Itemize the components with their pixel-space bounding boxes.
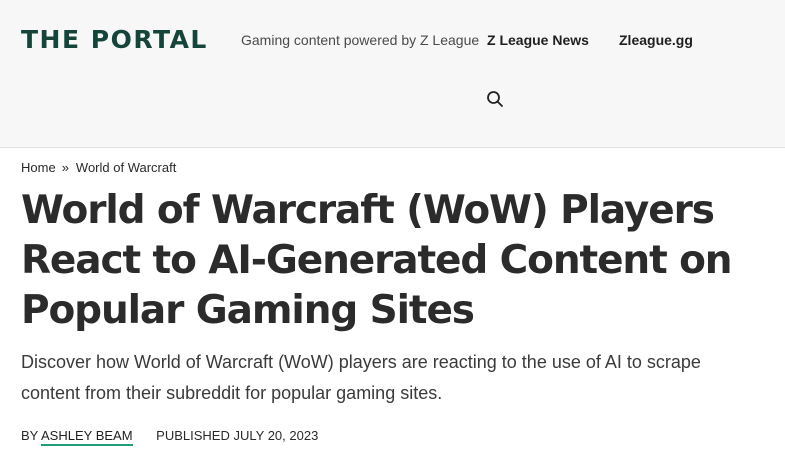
search-icon[interactable] [485, 89, 505, 109]
breadcrumb-category[interactable]: World of Warcraft [76, 160, 176, 175]
breadcrumb-home[interactable]: Home [21, 160, 56, 175]
published-label: PUBLISHED [156, 428, 230, 443]
article-title: World of Warcraft (WoW) Players React to… [21, 188, 733, 333]
site-tagline: Gaming content powered by Z League [241, 32, 480, 48]
article-subtitle: Discover how World of Warcraft (WoW) pla… [21, 352, 701, 403]
author-link[interactable]: ASHLEY BEAM [41, 428, 133, 446]
site-header: THE PORTAL Gaming content powered by Z L… [0, 0, 785, 148]
published-date: JULY 20, 2023 [233, 428, 319, 443]
breadcrumb-separator: » [61, 160, 69, 175]
article-byline: BY ASHLEY BEAM PUBLISHED JULY 20, 2023 [21, 428, 319, 446]
nav-link-zleague-gg[interactable]: Zleague.gg [619, 31, 693, 49]
site-logo[interactable]: THE PORTAL [21, 26, 208, 54]
nav-link-z-league-news[interactable]: Z League News [487, 31, 589, 49]
byline-by-label: BY [21, 428, 39, 443]
breadcrumb: Home » World of Warcraft [21, 160, 176, 176]
